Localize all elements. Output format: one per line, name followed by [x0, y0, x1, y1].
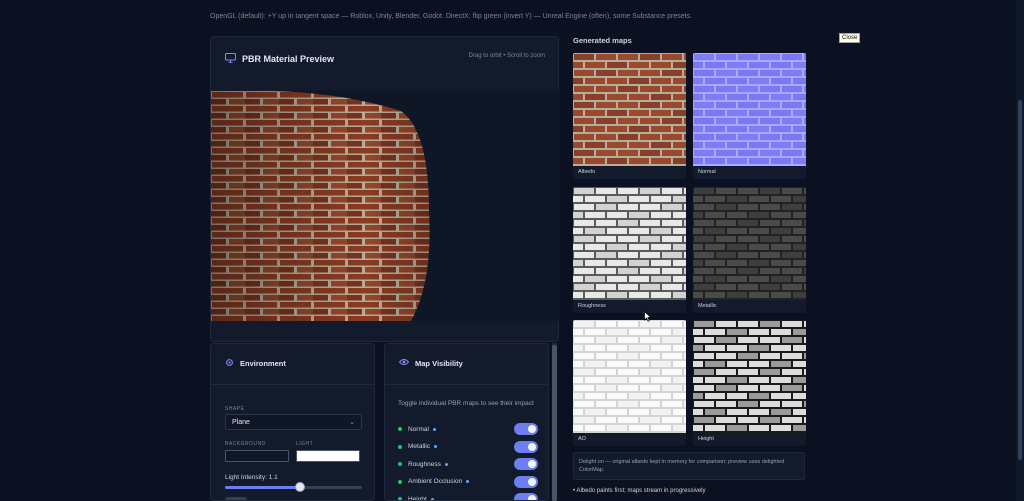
map-toggle-row[interactable]: Height — [398, 493, 538, 501]
status-dot-icon — [398, 462, 402, 466]
light-intensity-slider[interactable] — [225, 482, 362, 492]
map-toggle-switch[interactable] — [514, 493, 538, 500]
status-dot-icon — [398, 444, 402, 449]
map-caption: Normal — [698, 169, 716, 175]
map-thumbnail — [573, 320, 686, 439]
gear-icon — [225, 358, 234, 369]
controls-scrollbar[interactable] — [552, 343, 557, 501]
map-visibility-title: Map Visibility — [415, 358, 463, 368]
map-thumbnail — [693, 53, 806, 172]
close-tooltip: Close — [839, 33, 861, 43]
orbit-hint: Drag to orbit • Scroll to zoom — [468, 53, 545, 59]
light-label: LIGHT — [296, 441, 314, 447]
map-toggle-label: Normal — [408, 425, 429, 433]
shape-value: Plane — [232, 419, 250, 426]
map-toggle-row[interactable]: Ambient Occlusion — [398, 475, 538, 488]
map-toggle-label: Ambient Occlusion — [408, 478, 463, 485]
map-card-albedo[interactable]: Albedo — [573, 53, 686, 179]
map-toggle-row[interactable]: Roughness — [398, 458, 538, 470]
environment-toggle[interactable] — [225, 497, 247, 500]
shape-select[interactable]: Plane ⌄ — [225, 414, 362, 430]
monitor-icon — [225, 50, 236, 68]
map-thumbnail — [573, 53, 686, 172]
map-visibility-panel: Map Visibility Toggle individual PBR map… — [384, 343, 549, 501]
generated-maps-title: Generated maps — [573, 36, 632, 45]
map-toggle-label: Height — [408, 495, 427, 501]
map-thumbnail — [693, 320, 806, 439]
map-card-normal[interactable]: Normal — [693, 53, 806, 179]
map-thumbnail — [573, 186, 686, 306]
chevron-down-icon: ⌄ — [349, 419, 355, 426]
map-card-roughness[interactable]: Roughness — [573, 186, 686, 313]
map-caption: AO — [578, 436, 586, 442]
map-caption: Albedo — [578, 169, 596, 175]
page-scrollbar[interactable] — [1016, 0, 1024, 501]
map-toggle-label: Metallic — [408, 443, 431, 450]
light-intensity-label: Light Intensity: 1.1 — [225, 474, 278, 481]
environment-panel: Environment SHAPE Plane ⌄ BACKGROUND LIG… — [210, 343, 375, 501]
shape-label: SHAPE — [225, 406, 245, 412]
preview-title: PBR Material Preview — [242, 54, 335, 64]
preview-panel: PBR Material Preview Drag to orbit • Scr… — [210, 36, 560, 342]
info-dot-icon — [432, 427, 436, 431]
map-toggle-switch[interactable] — [514, 475, 538, 488]
delight-info: Delight on — original albedo kept in mem… — [573, 452, 805, 480]
eye-icon — [398, 358, 410, 368]
info-dot-icon — [466, 480, 470, 483]
map-toggle-switch[interactable] — [514, 423, 538, 435]
map-visibility-description: Toggle individual PBR maps to see their … — [398, 400, 534, 407]
map-caption: Height — [698, 436, 714, 442]
map-toggle-switch[interactable] — [514, 440, 538, 453]
map-toggle-row[interactable]: Metallic — [398, 440, 538, 453]
map-toggle-label: Roughness — [408, 460, 441, 468]
orientation-note: OpenGL (default): +Y up in tangent space… — [210, 13, 693, 20]
status-dot-icon — [398, 497, 402, 500]
map-card-height[interactable]: Height — [693, 320, 806, 446]
info-dot-icon — [434, 445, 438, 448]
map-thumbnail — [693, 186, 806, 306]
background-label: BACKGROUND — [225, 441, 266, 447]
map-toggle-switch[interactable] — [514, 458, 538, 470]
map-caption: Metallic — [698, 302, 717, 309]
map-caption: Roughness — [578, 302, 606, 309]
info-dot-icon — [430, 497, 434, 500]
info-dot-icon — [444, 462, 448, 466]
map-card-metallic[interactable]: Metallic — [693, 186, 806, 313]
map-toggle-row[interactable]: Normal — [398, 423, 538, 435]
background-color-picker[interactable] — [225, 450, 289, 462]
status-dot-icon — [398, 479, 402, 484]
map-card-ao[interactable]: AO — [573, 320, 686, 446]
light-color-picker[interactable] — [296, 450, 360, 462]
slider-handle[interactable] — [295, 482, 306, 492]
stream-note: • Albedo paints first; maps stream in pr… — [573, 488, 706, 494]
mouse-cursor-icon — [644, 309, 652, 327]
environment-title: Environment — [240, 359, 286, 368]
status-dot-icon — [398, 427, 402, 431]
3d-viewport[interactable] — [211, 90, 560, 321]
